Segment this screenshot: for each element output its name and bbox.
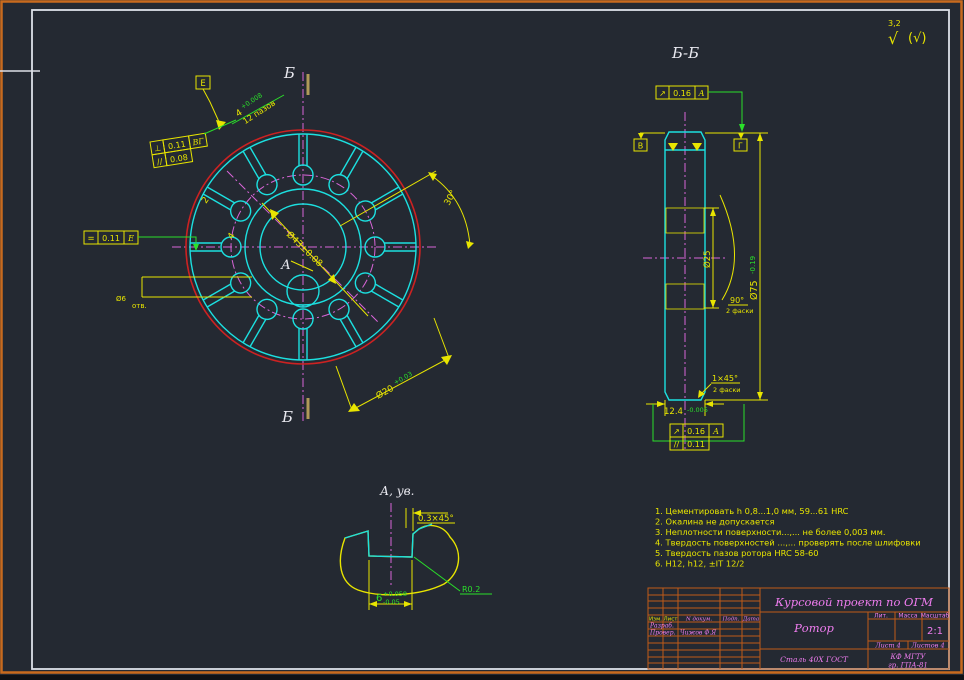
symmetry-symbol-icon: =: [87, 234, 94, 244]
notch-radius-text: R0.2: [462, 585, 480, 594]
project-title: Курсовой проект по ОГМ: [774, 595, 934, 609]
inner-dia-text: Ø25: [702, 250, 713, 268]
datum-e-label: Е: [200, 79, 205, 89]
col-podp: Подп.: [722, 617, 740, 623]
outer-dia-value: Ø75: [749, 280, 760, 300]
col-data: Дата: [742, 617, 759, 623]
datum-v-label: В: [638, 142, 644, 151]
row-razrab: Разраб.: [649, 623, 674, 630]
cad-canvas: 3,2 √ (√) Б Б 4 +0.008 12 пазов Е ⊥ 0.11…: [0, 0, 964, 675]
par-bottom-value: 0.11: [687, 440, 705, 449]
runout-bottom-datum: А: [712, 427, 719, 436]
row-prover: Провер.: [649, 630, 676, 637]
hub-width-tol: -0.005: [687, 406, 708, 414]
scale-header: Масштаб: [921, 613, 950, 620]
hole-count-label: отв.: [132, 302, 147, 310]
runout-bottom-symbol-icon: ↗: [673, 427, 680, 436]
col-doc: N докум.: [685, 617, 712, 623]
runout-top-symbol-icon: ↗: [659, 89, 666, 98]
note-line: 5. Твердость пазов ротора HRC 58-60: [655, 548, 819, 558]
prover-name: Чижов Ф.Я: [680, 630, 716, 637]
chamfer-angle-value: 90°: [730, 296, 744, 305]
hole-dia-label: Ø6: [116, 295, 127, 303]
scale-value: 2:1: [927, 626, 943, 637]
organization: КФ МГТУ: [890, 653, 927, 661]
symmetry-datum: Е: [127, 234, 134, 243]
section-label-top: Б: [283, 64, 295, 82]
note-line: 1. Цементировать h 0,8...1,0 мм, 59...61…: [655, 506, 849, 516]
material: Сталь 40Х ГОСТ: [780, 655, 849, 664]
drawing-sheet: 3,2 √ (√) Б Б 4 +0.008 12 пазов Е ⊥ 0.11…: [0, 0, 964, 680]
notch-width-tol-minus: -0.05: [383, 598, 400, 606]
paper: [0, 0, 964, 675]
runout-bottom-value: 0.16: [687, 427, 705, 436]
runout-top-datum: А: [697, 89, 704, 98]
hub-width-value: 12.4: [664, 407, 683, 417]
hatch-band-top: [665, 207, 705, 234]
part-name: Ротор: [793, 621, 834, 635]
notch-width-tol-plus: +0.058: [383, 590, 407, 598]
sheet-count: Листов 4: [910, 642, 944, 650]
runout-top-value: 0.16: [673, 89, 691, 98]
note-line: 2. Окалина не допускается: [655, 517, 774, 527]
datum-g-label: Г: [738, 142, 743, 151]
roughness-check-icon: √: [888, 29, 899, 48]
notch-width-value: 6: [376, 593, 382, 604]
sheet-number: Лист 4: [874, 642, 901, 650]
lit-header: Лит.: [874, 613, 888, 620]
symmetry-value: 0.11: [102, 234, 120, 243]
detail-a-label: А: [280, 258, 291, 273]
perp-symbol-icon: ⊥: [153, 143, 161, 153]
note-line: 4. Твердость поверхностей ...,... провер…: [655, 538, 921, 548]
outer-dia-tol: -0.19: [749, 256, 757, 274]
section-label-bottom: Б: [281, 408, 293, 426]
chamfer-value: 1×45°: [712, 374, 738, 383]
group-number: гр. ГПА-81: [888, 662, 928, 670]
note-line: 6. H12, h12, ±IT 12/2: [655, 559, 744, 569]
roughness-value: 3,2: [888, 19, 901, 28]
roughness-bracket-icon: (√): [908, 31, 926, 46]
chamfer-count: 2 фаски: [713, 386, 740, 394]
chamfer-angle-count: 2 фаски: [726, 307, 753, 315]
par-bottom-symbol-icon: //: [674, 440, 680, 449]
section-title: Б-Б: [671, 44, 699, 62]
note-line: 3. Неплотности поверхности...,... не бол…: [655, 527, 886, 537]
hatch-band-bottom: [665, 283, 705, 310]
detail-title: А, ув.: [379, 484, 414, 498]
mass-header: Масса: [898, 613, 917, 620]
